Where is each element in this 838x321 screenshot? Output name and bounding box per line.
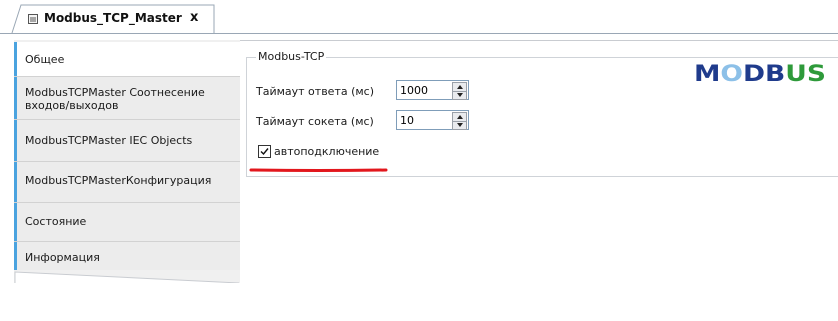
spin-down-button[interactable] [453, 121, 466, 129]
nav-item-accent [14, 162, 17, 202]
autoconnect-checkbox[interactable] [258, 145, 271, 158]
nav-item-label: ModbusTCPMasterКонфигурация [25, 174, 212, 187]
autoconnect-label[interactable]: автоподключение [274, 145, 379, 158]
response-timeout-label: Таймаут ответа (мс) [256, 85, 375, 98]
nav-item-label: Информация [25, 251, 100, 264]
nav-item-label-line1: ModbusTCPMaster Соотнесение [25, 86, 205, 99]
spin-buttons [452, 112, 467, 130]
arrow-down-icon [457, 93, 463, 97]
nav-item-label: Общее [25, 53, 65, 66]
nav-item-accent [14, 242, 17, 270]
socket-timeout-spinbox [396, 110, 469, 130]
modbus-logo: MODBUS [694, 62, 826, 84]
content-top-border [240, 40, 838, 41]
arrow-up-icon [457, 85, 463, 89]
settings-nav: Общее ModbusTCPMaster Соотнесение входов… [14, 40, 240, 283]
group-title: Modbus-TCP [256, 50, 327, 63]
arrow-up-icon [457, 115, 463, 119]
nav-item-accent [14, 203, 17, 241]
nav-item-accent [14, 77, 17, 119]
tabstrip-divider [0, 33, 838, 34]
tab-title[interactable]: Modbus_TCP_Master [44, 11, 182, 25]
socket-timeout-input[interactable] [397, 111, 448, 129]
nav-item-label: Состояние [25, 215, 87, 228]
nav-item-accent [14, 42, 17, 76]
red-underline-annotation [249, 168, 388, 172]
device-icon [27, 13, 39, 25]
nav-item-general[interactable]: Общее [14, 42, 240, 76]
nav-item-label-line2: входов/выходов [25, 99, 119, 112]
spin-buttons [452, 82, 467, 100]
nav-item-iec-objects[interactable]: ModbusTCPMaster IEC Objects [14, 120, 240, 161]
socket-timeout-label: Таймаут сокета (мс) [256, 115, 374, 128]
editor-tabstrip: Modbus_TCP_Master x [0, 0, 838, 34]
svg-text:MODBUS: MODBUS [694, 62, 826, 84]
spin-down-button[interactable] [453, 91, 466, 99]
nav-item-status[interactable]: Состояние [14, 203, 240, 241]
nav-item-configuration[interactable]: ModbusTCPMasterКонфигурация [14, 162, 240, 202]
arrow-down-icon [457, 123, 463, 127]
checkmark-icon [260, 148, 269, 156]
response-timeout-input[interactable] [397, 81, 448, 99]
tab-close-icon[interactable]: x [190, 10, 198, 25]
nav-item-label: ModbusTCPMaster IEC Objects [25, 134, 193, 147]
nav-item-accent [14, 120, 17, 161]
response-timeout-spinbox [396, 80, 469, 100]
nav-item-information[interactable]: Информация [14, 242, 240, 270]
nav-item-io-mapping[interactable]: ModbusTCPMaster Соотнесение входов/выход… [14, 77, 240, 119]
